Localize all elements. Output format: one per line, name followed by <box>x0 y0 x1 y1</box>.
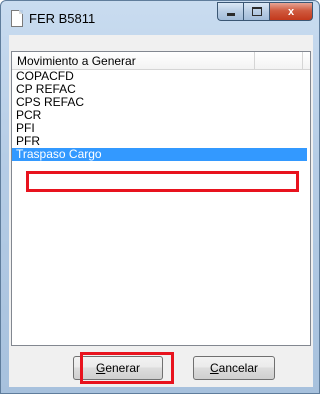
movements-list[interactable]: Movimiento a Generar COPACFD CP REFAC CP… <box>11 51 311 346</box>
list-body: COPACFD CP REFAC CPS REFAC PCR PFI PFR T… <box>12 70 310 161</box>
column-header-empty[interactable] <box>255 52 303 69</box>
window-title: FER B5811 <box>29 11 96 26</box>
cancelar-mnemonic: C <box>209 361 219 375</box>
list-header: Movimiento a Generar <box>12 52 310 70</box>
dialog-window: FER B5811 x Movimiento a Generar COPACFD… <box>0 0 320 394</box>
maximize-icon <box>251 7 262 16</box>
cancelar-label: ancelar <box>218 361 259 375</box>
list-item[interactable]: PCR <box>12 109 310 122</box>
caption-buttons: x <box>217 2 313 21</box>
maximize-button[interactable] <box>243 2 269 21</box>
list-item[interactable]: PFI <box>12 122 310 135</box>
title-bar[interactable]: FER B5811 x <box>1 1 319 35</box>
dialog-client-area: Movimiento a Generar COPACFD CP REFAC CP… <box>9 35 313 387</box>
generar-mnemonic: G <box>95 361 106 375</box>
minimize-icon <box>226 12 235 16</box>
close-button[interactable]: x <box>269 2 313 21</box>
document-icon <box>11 10 23 27</box>
generar-button[interactable]: Generar <box>73 356 163 380</box>
list-item-selected[interactable]: Traspaso Cargo <box>12 148 307 161</box>
minimize-button[interactable] <box>217 2 243 21</box>
generar-label: enerar <box>105 361 141 375</box>
close-icon: x <box>287 5 295 18</box>
list-item[interactable]: CPS REFAC <box>12 96 310 109</box>
column-header-movimiento[interactable]: Movimiento a Generar <box>12 52 255 69</box>
cancelar-button[interactable]: Cancelar <box>193 356 275 380</box>
